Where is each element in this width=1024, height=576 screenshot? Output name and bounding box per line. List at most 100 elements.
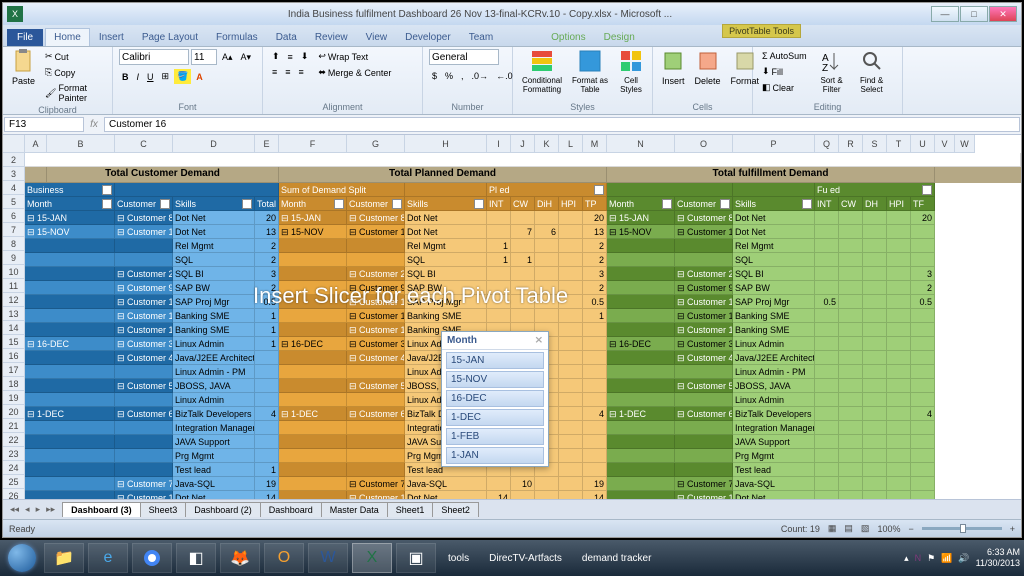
cell[interactable] — [487, 267, 511, 281]
cell[interactable]: INT — [487, 197, 511, 211]
cell[interactable] — [911, 239, 935, 253]
cell[interactable] — [911, 379, 935, 393]
cell[interactable] — [887, 225, 911, 239]
cell[interactable]: ⊟ Customer 1 — [115, 225, 173, 239]
cell[interactable] — [887, 379, 911, 393]
font-family-select[interactable] — [119, 49, 189, 65]
cell[interactable] — [559, 463, 583, 477]
cell[interactable] — [559, 323, 583, 337]
cell[interactable]: 2 — [583, 239, 607, 253]
cell[interactable] — [583, 365, 607, 379]
system-tray[interactable]: ▴ N ⚑ 📶 🔊 6:33 AM 11/30/2013 — [904, 547, 1020, 569]
cell[interactable]: SAP Proj Mgr — [173, 295, 255, 309]
cell[interactable]: Fu ed▾ — [815, 183, 935, 197]
slicer-item[interactable]: 1-JAN — [446, 447, 544, 464]
cell[interactable] — [25, 309, 115, 323]
copy-button[interactable]: ⎘Copy — [42, 65, 106, 80]
cell[interactable] — [911, 477, 935, 491]
cell[interactable]: 0.5 — [583, 295, 607, 309]
col-header-M[interactable]: M — [583, 135, 607, 152]
row-header[interactable]: 24 — [3, 461, 24, 475]
cell[interactable]: ⊟ 15-JAN — [25, 211, 115, 225]
cell[interactable] — [347, 393, 405, 407]
filter-dropdown[interactable]: ▾ — [594, 185, 604, 195]
cell[interactable]: ⊟ Customer 2 — [115, 267, 173, 281]
cell[interactable] — [511, 281, 535, 295]
cell[interactable] — [559, 309, 583, 323]
cell[interactable] — [733, 183, 815, 197]
italic-button[interactable]: I — [134, 70, 143, 84]
cell[interactable]: Linux Admin — [733, 393, 815, 407]
cell[interactable] — [559, 421, 583, 435]
cell[interactable] — [255, 379, 279, 393]
filter-dropdown[interactable]: ▾ — [334, 199, 344, 209]
row-header[interactable]: 10 — [3, 265, 24, 279]
cell[interactable] — [487, 309, 511, 323]
page-layout-tab[interactable]: Page Layout — [133, 28, 207, 46]
cell[interactable] — [511, 239, 535, 253]
cell[interactable] — [559, 239, 583, 253]
cell[interactable]: 2 — [255, 239, 279, 253]
cell[interactable]: ⊟ Customer 2 — [347, 267, 405, 281]
cell[interactable] — [911, 225, 935, 239]
clear-button[interactable]: ◧Clear — [759, 80, 810, 95]
find-select-button[interactable]: Find & Select — [854, 74, 890, 96]
cell[interactable]: BizTalk Developers — [733, 407, 815, 421]
cell[interactable] — [583, 337, 607, 351]
cell[interactable]: 3 — [255, 267, 279, 281]
cell[interactable] — [279, 435, 347, 449]
row-header[interactable]: 12 — [3, 293, 24, 307]
currency-button[interactable]: $ — [429, 69, 440, 83]
cell[interactable] — [863, 295, 887, 309]
sheet-nav-button[interactable]: ◂◂ — [7, 503, 22, 516]
cell[interactable] — [607, 491, 675, 499]
team-tab[interactable]: Team — [460, 28, 502, 46]
cell[interactable]: ⊟ Customer 5 — [115, 379, 173, 393]
cell[interactable] — [863, 435, 887, 449]
cell[interactable]: 1 — [487, 239, 511, 253]
review-tab[interactable]: Review — [306, 28, 357, 46]
taskbar-outlook[interactable]: O — [264, 543, 304, 573]
cell[interactable] — [815, 309, 839, 323]
cell[interactable] — [607, 183, 733, 197]
align-bot-button[interactable]: ⬇ — [298, 49, 312, 64]
cell[interactable] — [347, 449, 405, 463]
cell[interactable]: Dot Net — [733, 225, 815, 239]
cell[interactable] — [559, 379, 583, 393]
cell[interactable] — [839, 351, 863, 365]
cell[interactable] — [279, 239, 347, 253]
cell[interactable]: SQL BI — [173, 267, 255, 281]
cell[interactable] — [25, 281, 115, 295]
cell[interactable]: INT — [815, 197, 839, 211]
cell[interactable] — [839, 421, 863, 435]
cell[interactable] — [839, 477, 863, 491]
cell[interactable] — [839, 211, 863, 225]
cell[interactable]: Skills▾ — [173, 197, 255, 211]
slicer-item[interactable]: 1-DEC — [446, 409, 544, 426]
cell[interactable] — [815, 351, 839, 365]
cell[interactable]: SQL — [405, 253, 487, 267]
col-header-W[interactable]: W — [955, 135, 975, 152]
col-header-U[interactable]: U — [911, 135, 935, 152]
cell[interactable] — [25, 253, 115, 267]
cut-button[interactable]: ✂Cut — [42, 49, 106, 64]
cell[interactable] — [607, 365, 675, 379]
cell[interactable]: 14 — [487, 491, 511, 499]
cell[interactable] — [583, 351, 607, 365]
cell[interactable] — [863, 379, 887, 393]
cell[interactable] — [487, 295, 511, 309]
cell[interactable]: Test lead — [733, 463, 815, 477]
cell[interactable]: 0.5 — [255, 295, 279, 309]
cell[interactable] — [583, 449, 607, 463]
row-header[interactable]: 15 — [3, 335, 24, 349]
cell[interactable] — [25, 153, 1021, 167]
cell[interactable] — [839, 449, 863, 463]
cell[interactable] — [887, 295, 911, 309]
cell[interactable]: ⊟ Customer 8 — [675, 211, 733, 225]
cell[interactable] — [279, 379, 347, 393]
cell[interactable] — [887, 449, 911, 463]
cell[interactable] — [607, 435, 675, 449]
cell[interactable]: JAVA Support — [173, 435, 255, 449]
cell[interactable] — [559, 253, 583, 267]
taskbar-label-3[interactable]: demand tracker — [574, 553, 659, 564]
